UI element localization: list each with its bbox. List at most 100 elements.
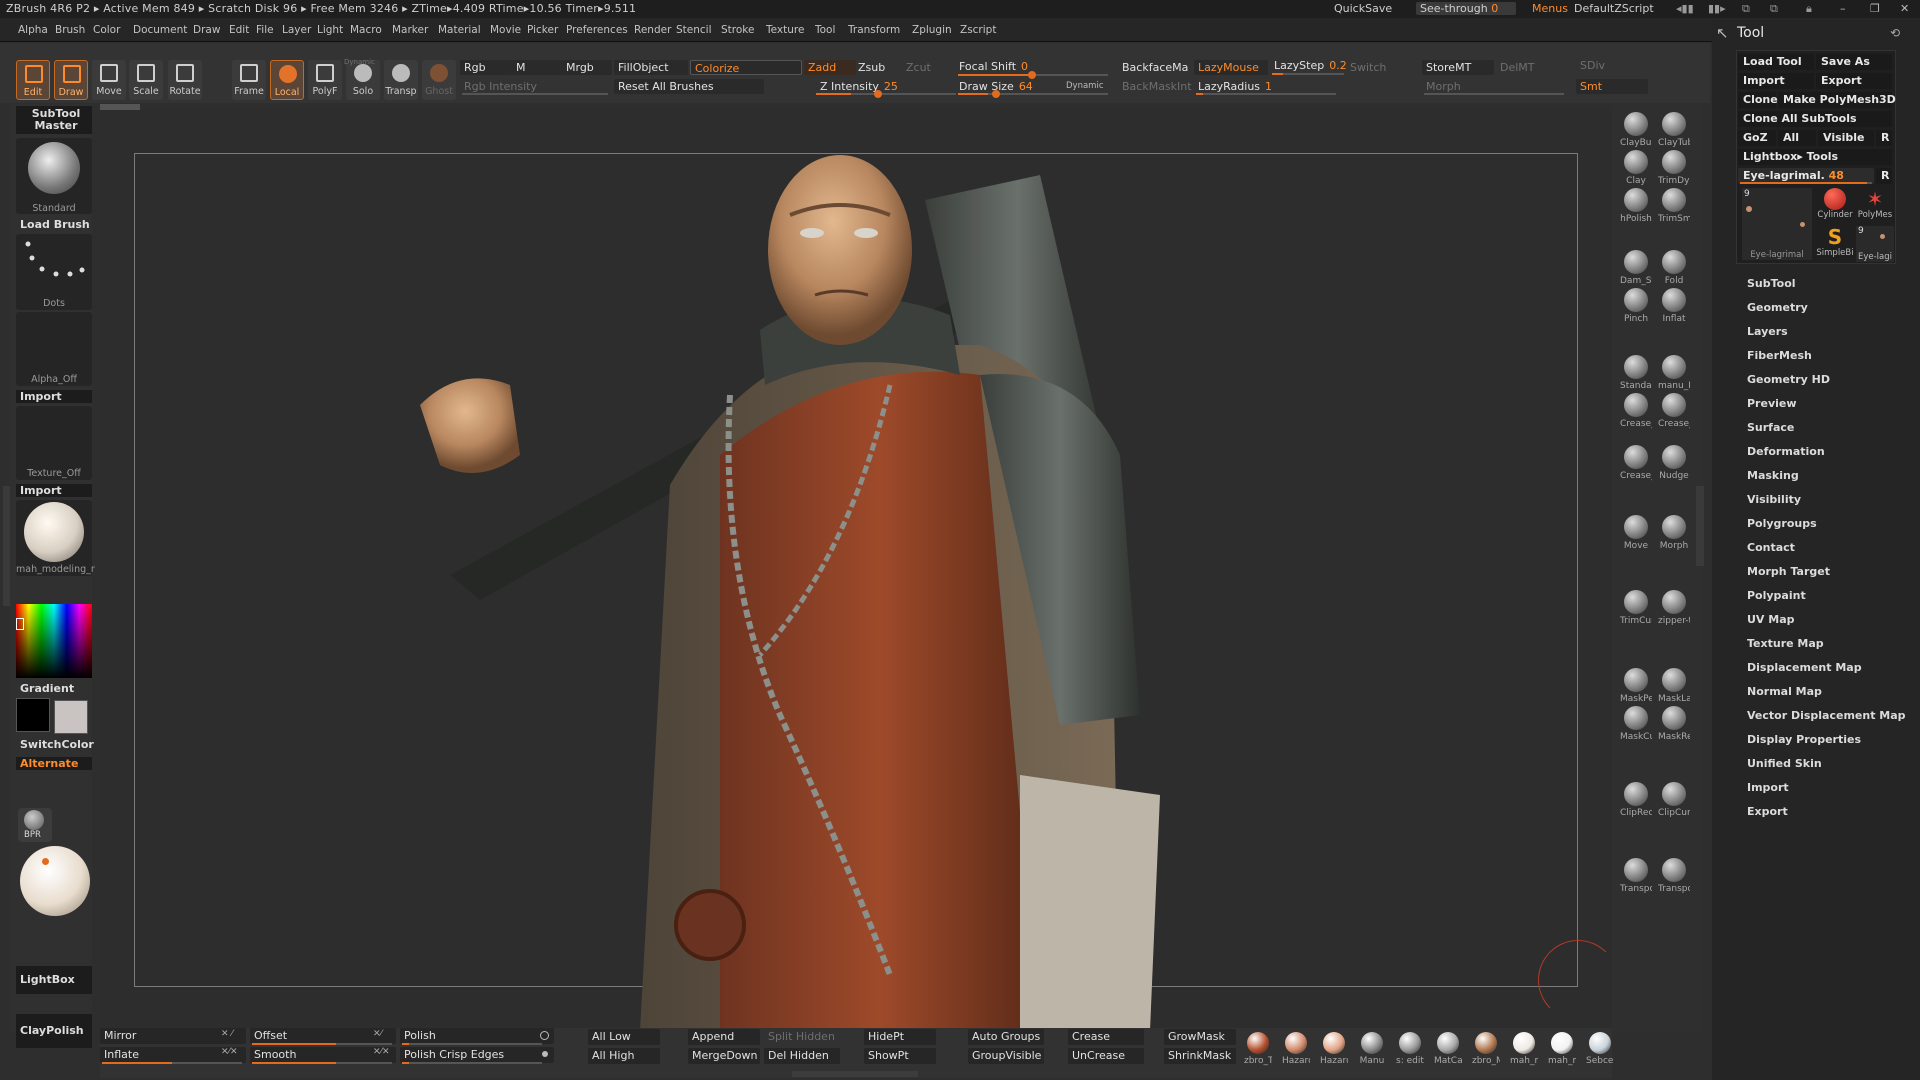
bpr-button[interactable]: BPR bbox=[18, 808, 52, 842]
tool-menu-preview[interactable]: Preview bbox=[1747, 397, 1797, 410]
menu-material[interactable]: Material bbox=[438, 24, 481, 36]
brush-crease-brush[interactable]: Crease_ bbox=[1620, 445, 1652, 481]
tool-thumb-cylinder[interactable]: Cylinder bbox=[1816, 188, 1854, 224]
brush-trimsmooth-brush[interactable]: TrimSm bbox=[1658, 188, 1690, 224]
tool-menu-uv-map[interactable]: UV Map bbox=[1747, 613, 1795, 626]
tool-menu-contact[interactable]: Contact bbox=[1747, 541, 1795, 554]
move-button[interactable]: Move bbox=[92, 60, 126, 100]
brush-trimcurve-brush[interactable]: TrimCur bbox=[1620, 590, 1652, 626]
goz-visible-button[interactable]: Visible bbox=[1818, 130, 1874, 146]
storemt-button[interactable]: StoreMT bbox=[1422, 60, 1494, 75]
local-button[interactable]: Local bbox=[270, 60, 304, 100]
tool-menu-subtool[interactable]: SubTool bbox=[1747, 277, 1796, 290]
all-high-button[interactable]: All High bbox=[588, 1048, 660, 1064]
tool-thumb-eye[interactable]: 9 Eye-lagi bbox=[1856, 226, 1894, 262]
brush-nudge-brush[interactable]: Nudge bbox=[1658, 445, 1690, 481]
menu-tool[interactable]: Tool bbox=[815, 24, 835, 36]
brush-crease-brush[interactable]: Crease_ bbox=[1620, 393, 1652, 429]
clone-all-subtools-button[interactable]: Clone All SubTools bbox=[1738, 111, 1892, 127]
save-as-button[interactable]: Save As bbox=[1816, 54, 1892, 70]
brush-crease-brush[interactable]: Crease_ bbox=[1658, 393, 1690, 429]
all-low-button[interactable]: All Low bbox=[588, 1029, 660, 1045]
crease-button[interactable]: Crease bbox=[1068, 1029, 1144, 1045]
rgb-intensity-slider[interactable]: Rgb Intensity bbox=[460, 79, 541, 94]
brush-hpolish-brush[interactable]: hPolish bbox=[1620, 188, 1652, 224]
append-button[interactable]: Append bbox=[688, 1029, 760, 1045]
delmt-button[interactable]: DelMT bbox=[1496, 60, 1539, 75]
polyf-button[interactable]: PolyF bbox=[308, 60, 342, 100]
switchcolor-button[interactable]: SwitchColor bbox=[16, 738, 94, 751]
m-toggle[interactable]: M bbox=[512, 60, 562, 75]
menu-preferences[interactable]: Preferences bbox=[566, 24, 628, 36]
brush-damstandard-brush[interactable]: Dam_St bbox=[1620, 250, 1652, 286]
showpt-button[interactable]: ShowPt bbox=[864, 1048, 936, 1064]
navigation-gizmo[interactable] bbox=[1538, 940, 1618, 1020]
morph-slider[interactable]: Morph bbox=[1422, 79, 1465, 94]
material-swatch[interactable]: MatCap bbox=[1434, 1032, 1462, 1066]
brush-manu-brush[interactable]: manu_Is bbox=[1658, 355, 1690, 391]
brush-claytubes-brush[interactable]: ClayTub bbox=[1658, 112, 1690, 148]
tool-menu-morph-target[interactable]: Morph Target bbox=[1747, 565, 1830, 578]
groupvisible-button[interactable]: GroupVisible bbox=[968, 1048, 1044, 1064]
polish-toggle-icon[interactable] bbox=[540, 1031, 549, 1040]
menu-document[interactable]: Document bbox=[133, 24, 187, 36]
colorize-button[interactable]: Colorize bbox=[690, 60, 802, 75]
mergedown-button[interactable]: MergeDown bbox=[688, 1048, 760, 1064]
brush-move-brush[interactable]: Move bbox=[1620, 515, 1652, 551]
growmask-button[interactable]: GrowMask bbox=[1164, 1029, 1236, 1045]
tool-menu-unified-skin[interactable]: Unified Skin bbox=[1747, 757, 1822, 770]
draw-button[interactable]: Draw bbox=[54, 60, 88, 100]
inflate-axis-icon[interactable]: ✕⁄✕ bbox=[221, 1047, 238, 1057]
menu-marker[interactable]: Marker bbox=[392, 24, 428, 36]
menu-transform[interactable]: Transform bbox=[848, 24, 900, 36]
smooth-axis-icon[interactable]: ✕⁄✕ bbox=[373, 1047, 390, 1057]
focal-shift-knob[interactable] bbox=[1028, 71, 1036, 79]
menu-zplugin[interactable]: Zplugin bbox=[912, 24, 952, 36]
draw-size-knob[interactable] bbox=[992, 90, 1000, 98]
z-intensity-slider[interactable]: Z Intensity 25 bbox=[816, 79, 902, 94]
brush-morph-brush[interactable]: Morph bbox=[1658, 515, 1690, 551]
del-hidden-button[interactable]: Del Hidden bbox=[764, 1048, 840, 1064]
tool-thumb-polymesh[interactable]: ✶ PolyMes bbox=[1856, 188, 1894, 224]
tool-palette-title[interactable]: Tool bbox=[1737, 25, 1764, 41]
lightbox-button[interactable]: LightBox bbox=[16, 966, 92, 994]
menu-movie[interactable]: Movie bbox=[490, 24, 521, 36]
tool-export-button[interactable]: Export bbox=[1816, 73, 1892, 89]
menu-render[interactable]: Render bbox=[634, 24, 671, 36]
menu-stencil[interactable]: Stencil bbox=[676, 24, 712, 36]
rgb-toggle[interactable]: Rgb bbox=[460, 60, 512, 75]
goz-button[interactable]: GoZ bbox=[1738, 130, 1776, 146]
auto-groups-button[interactable]: Auto Groups bbox=[968, 1029, 1044, 1045]
tool-menu-texture-map[interactable]: Texture Map bbox=[1747, 637, 1824, 650]
menu-edit[interactable]: Edit bbox=[229, 24, 249, 36]
close-icon[interactable]: ✕ bbox=[1900, 2, 1909, 15]
mrgb-toggle[interactable]: Mrgb bbox=[562, 60, 612, 75]
material-swatch[interactable]: s: editMan bbox=[1396, 1032, 1424, 1066]
menu-stroke[interactable]: Stroke bbox=[721, 24, 754, 36]
menus-toggle[interactable]: Menus bbox=[1532, 2, 1568, 15]
bottom-tray-handle[interactable] bbox=[792, 1071, 918, 1077]
alternate-toggle[interactable]: Alternate bbox=[16, 757, 92, 770]
scale-button[interactable]: Scale bbox=[129, 60, 163, 100]
tool-menu-polypaint[interactable]: Polypaint bbox=[1747, 589, 1806, 602]
lazystep-slider[interactable]: LazyStep 0.2 bbox=[1270, 58, 1351, 73]
menu-color[interactable]: Color bbox=[93, 24, 120, 36]
material-swatch[interactable]: Sebces bbox=[1586, 1032, 1614, 1066]
tool-menu-layers[interactable]: Layers bbox=[1747, 325, 1788, 338]
tool-menu-display-properties[interactable]: Display Properties bbox=[1747, 733, 1861, 746]
brush-maskcurve-brush[interactable]: MaskCui bbox=[1620, 706, 1652, 742]
layout-icon[interactable]: ⧉ bbox=[1742, 2, 1750, 16]
brush-inflate-brush[interactable]: Inflat bbox=[1658, 288, 1690, 324]
palette-reset-icon[interactable]: ⟲ bbox=[1890, 26, 1900, 40]
primary-color-swatch[interactable] bbox=[16, 698, 50, 732]
transp-button[interactable]: Transp bbox=[384, 60, 418, 100]
lazyradius-slider[interactable]: LazyRadius 1 bbox=[1194, 79, 1276, 94]
menu-brush[interactable]: Brush bbox=[55, 24, 85, 36]
lock-icon[interactable]: 🔒︎ bbox=[1806, 2, 1812, 16]
uncrease-button[interactable]: UnCrease bbox=[1068, 1048, 1144, 1064]
tool-menu-polygroups[interactable]: Polygroups bbox=[1747, 517, 1817, 530]
menu-file[interactable]: File bbox=[256, 24, 274, 36]
light-sphere[interactable] bbox=[20, 846, 90, 916]
zadd-toggle[interactable]: Zadd bbox=[804, 60, 856, 75]
split-hidden-button[interactable]: Split Hidden bbox=[764, 1029, 840, 1045]
